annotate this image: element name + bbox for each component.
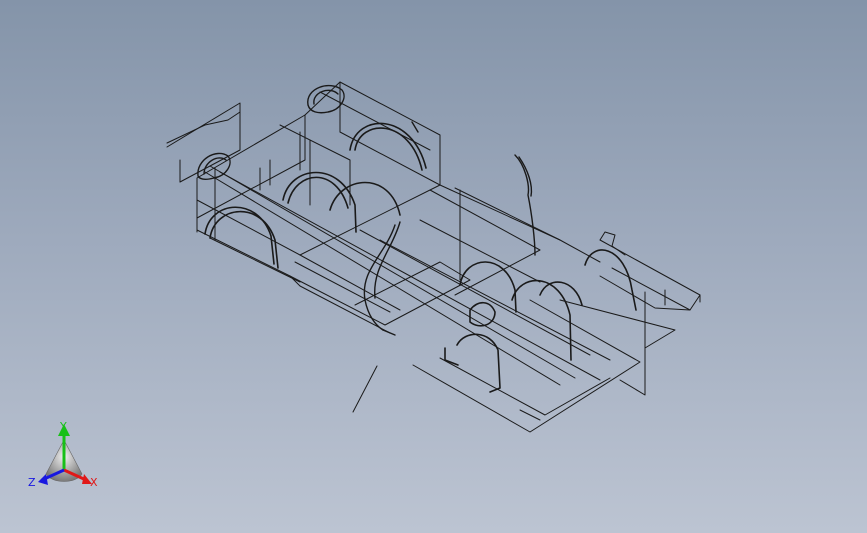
roll-hoops	[197, 85, 419, 181]
x-axis-label: X	[90, 476, 98, 489]
axis-triad: Y X Z	[28, 420, 98, 489]
floor-pan	[289, 184, 601, 334]
wireframe-chassis-model[interactable]	[0, 0, 867, 533]
z-axis-label: Z	[28, 476, 36, 489]
rear-wing-plate	[166, 102, 241, 183]
loose-edge	[352, 365, 378, 413]
front-wheel-arches	[444, 249, 637, 393]
front-wing	[599, 231, 701, 311]
center-tunnel	[204, 165, 611, 386]
cad-3d-viewport[interactable]: Y X Z	[0, 0, 867, 533]
y-axis-label: Y	[59, 420, 67, 433]
